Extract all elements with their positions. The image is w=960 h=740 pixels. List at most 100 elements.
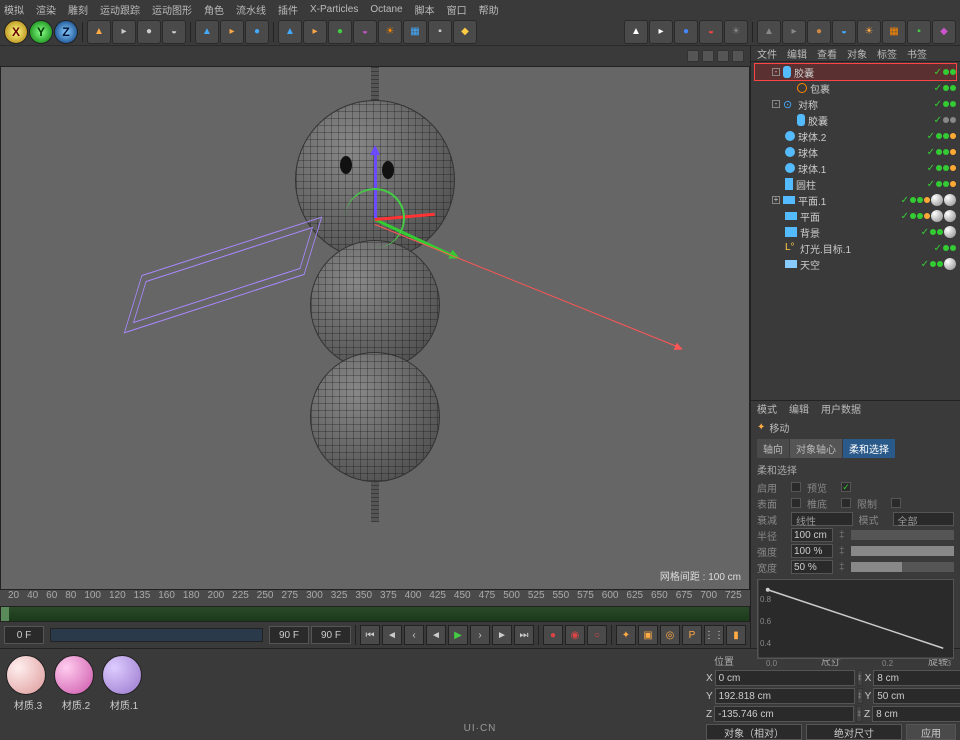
- checkbox[interactable]: [791, 498, 801, 508]
- toolbar-button[interactable]: ▲: [278, 20, 302, 44]
- play-back-button[interactable]: ◄: [426, 625, 446, 645]
- visibility-dot[interactable]: [936, 149, 942, 155]
- spinner-icon[interactable]: ‡: [857, 688, 863, 704]
- hierarchy-row[interactable]: 球体.1✓: [755, 160, 956, 176]
- menu-item[interactable]: 帮助: [479, 2, 499, 17]
- timeline[interactable]: [0, 606, 750, 622]
- checkbox[interactable]: [791, 482, 801, 492]
- visibility-dot[interactable]: [937, 229, 943, 235]
- visibility-dot[interactable]: [936, 133, 942, 139]
- visibility-dot[interactable]: [937, 261, 943, 267]
- material-tag-icon[interactable]: [944, 226, 956, 238]
- tag-dot[interactable]: [950, 133, 956, 139]
- autokey-button[interactable]: ◉: [565, 625, 585, 645]
- frame-range-slider[interactable]: [50, 628, 263, 642]
- coord-input[interactable]: [873, 688, 960, 704]
- menu-item[interactable]: 插件: [278, 2, 298, 17]
- checkbox[interactable]: [841, 498, 851, 508]
- material-tag-icon[interactable]: [944, 210, 956, 222]
- hierarchy-row[interactable]: L°灯光.目标.1✓: [755, 240, 956, 256]
- opt-rotate-button[interactable]: ◎: [660, 625, 680, 645]
- opt-param-button[interactable]: P: [682, 625, 702, 645]
- attr-input[interactable]: [791, 528, 833, 542]
- next-key-button[interactable]: ►: [492, 625, 512, 645]
- axis-x-toggle[interactable]: X: [4, 20, 28, 44]
- visibility-check[interactable]: ✓: [927, 131, 935, 142]
- visibility-dot[interactable]: [917, 213, 923, 219]
- hierarchy-row[interactable]: 包裹✓: [755, 80, 956, 96]
- toolbar-button[interactable]: ▪: [907, 20, 931, 44]
- expand-toggle[interactable]: -: [772, 68, 780, 76]
- visibility-dot[interactable]: [943, 133, 949, 139]
- hierarchy-tab[interactable]: 文件: [757, 46, 777, 61]
- vp-control-icon[interactable]: [717, 50, 729, 62]
- visibility-check[interactable]: ✓: [934, 99, 942, 110]
- frame-current-input[interactable]: [311, 626, 351, 644]
- attr-tab[interactable]: 柔和选择: [843, 439, 895, 458]
- menu-item[interactable]: 模拟: [4, 2, 24, 17]
- attr-menu[interactable]: 用户数据: [821, 401, 861, 416]
- toolbar-button[interactable]: ▸: [649, 20, 673, 44]
- menu-item[interactable]: 渲染: [36, 2, 56, 17]
- coord-input[interactable]: [873, 670, 960, 686]
- vp-control-icon[interactable]: [702, 50, 714, 62]
- expand-toggle[interactable]: -: [772, 100, 780, 108]
- viewport-3d[interactable]: 网格间距 : 100 cm: [0, 66, 750, 590]
- toolbar-button[interactable]: ▸: [303, 20, 327, 44]
- visibility-dot[interactable]: [943, 85, 949, 91]
- toolbar-button[interactable]: ●: [137, 20, 161, 44]
- hierarchy-row[interactable]: 球体.2✓: [755, 128, 956, 144]
- toolbar-button[interactable]: ☀: [378, 20, 402, 44]
- visibility-dot[interactable]: [936, 181, 942, 187]
- visibility-check[interactable]: ✓: [934, 83, 942, 94]
- visibility-dot[interactable]: [950, 69, 956, 75]
- coord-input[interactable]: [715, 688, 855, 704]
- hierarchy-row[interactable]: 球体✓: [755, 144, 956, 160]
- menu-item[interactable]: 角色: [204, 2, 224, 17]
- visibility-check[interactable]: ✓: [901, 211, 909, 222]
- toolbar-button[interactable]: ◒: [699, 20, 723, 44]
- tag-dot[interactable]: [924, 213, 930, 219]
- material-swatch[interactable]: 材质.2: [54, 655, 98, 732]
- menu-item[interactable]: 雕刻: [68, 2, 88, 17]
- visibility-dot[interactable]: [943, 245, 949, 251]
- visibility-dot[interactable]: [950, 117, 956, 123]
- visibility-dot[interactable]: [930, 261, 936, 267]
- material-tag-icon[interactable]: [931, 210, 943, 222]
- visibility-dot[interactable]: [943, 181, 949, 187]
- attr-slider[interactable]: [851, 562, 954, 572]
- attr-menu[interactable]: 模式: [757, 401, 777, 416]
- attr-slider[interactable]: [851, 530, 954, 540]
- toolbar-button[interactable]: ▦: [882, 20, 906, 44]
- falloff-curve[interactable]: 0.40.60.8 0.00.10.20.3: [757, 579, 954, 659]
- hierarchy-row[interactable]: 背景✓: [755, 224, 956, 240]
- hierarchy-tab[interactable]: 标签: [877, 46, 897, 61]
- menu-item[interactable]: Octane: [370, 4, 402, 15]
- goto-start-button[interactable]: ⏮: [360, 625, 380, 645]
- toolbar-button[interactable]: ▲: [624, 20, 648, 44]
- toolbar-button[interactable]: ●: [674, 20, 698, 44]
- toolbar-button[interactable]: ▦: [403, 20, 427, 44]
- visibility-check[interactable]: ✓: [927, 163, 935, 174]
- record-button[interactable]: ●: [543, 625, 563, 645]
- visibility-dot[interactable]: [943, 165, 949, 171]
- axis-z-toggle[interactable]: Z: [54, 20, 78, 44]
- frame-start-input[interactable]: [4, 626, 44, 644]
- frame-end-input[interactable]: [269, 626, 309, 644]
- attr-tab[interactable]: 轴向: [757, 439, 789, 458]
- toolbar-button[interactable]: ▲: [195, 20, 219, 44]
- prev-key-button[interactable]: ◄: [382, 625, 402, 645]
- visibility-check[interactable]: ✓: [921, 259, 929, 270]
- visibility-dot[interactable]: [936, 165, 942, 171]
- toolbar-button[interactable]: ▸: [782, 20, 806, 44]
- material-manager[interactable]: 材质.3材质.2材质.1: [0, 649, 702, 738]
- visibility-dot[interactable]: [917, 197, 923, 203]
- visibility-check[interactable]: ✓: [934, 67, 942, 78]
- menu-item[interactable]: 流水线: [236, 2, 266, 17]
- toolbar-button[interactable]: ◒: [353, 20, 377, 44]
- checkbox[interactable]: [891, 498, 901, 508]
- visibility-dot[interactable]: [950, 85, 956, 91]
- toolbar-button[interactable]: ▲: [757, 20, 781, 44]
- material-tag-icon[interactable]: [944, 258, 956, 270]
- keyframe-button[interactable]: ○: [587, 625, 607, 645]
